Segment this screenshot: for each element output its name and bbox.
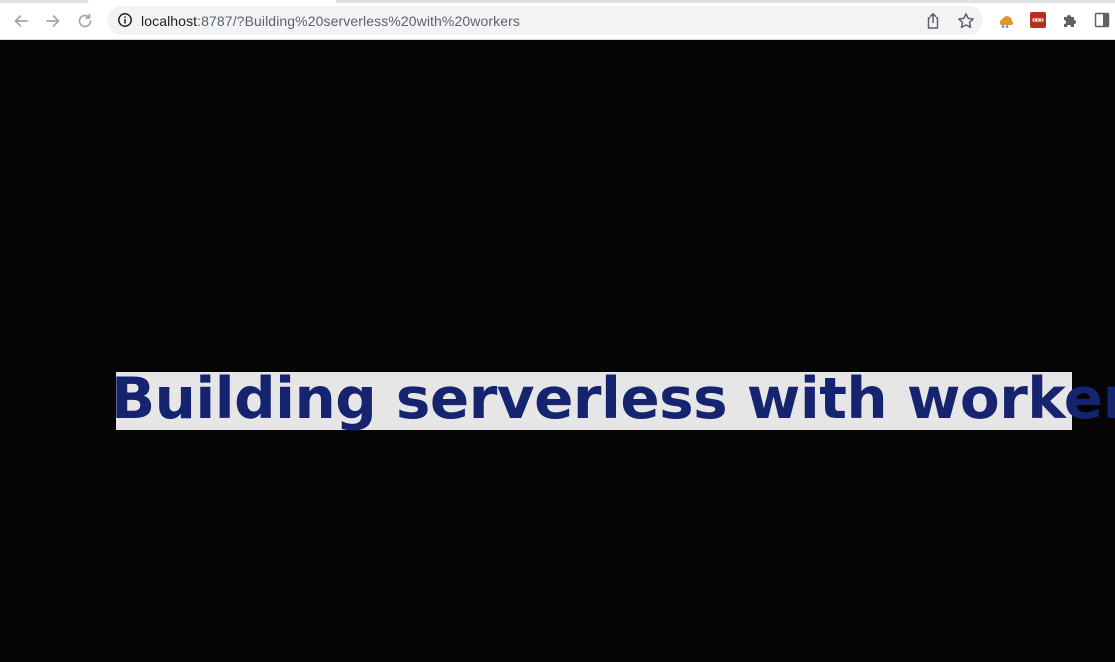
page-viewport: Building serverless with workers	[0, 40, 1115, 662]
page-headline: Building serverless with workers	[111, 366, 1115, 432]
browser-toolbar: localhost:8787/?Building%20serverless%20…	[0, 0, 1115, 40]
tab-strip	[0, 0, 1115, 3]
back-button[interactable]	[10, 10, 32, 32]
side-panel-icon[interactable]	[1093, 11, 1111, 29]
password-manager-extension-icon[interactable]	[1029, 11, 1047, 29]
url-text[interactable]: localhost:8787/?Building%20serverless%20…	[141, 13, 520, 29]
back-icon	[14, 15, 28, 27]
reload-icon	[78, 13, 92, 28]
share-icon[interactable]	[925, 12, 941, 30]
url-path: :8787/?Building%20serverless%20with%20wo…	[197, 13, 520, 29]
headline-highlight: Building serverless with workers	[111, 366, 1115, 432]
address-bar[interactable]: localhost:8787/?Building%20serverless%20…	[107, 6, 983, 35]
forward-icon	[46, 15, 60, 27]
site-info-icon[interactable]	[117, 12, 133, 28]
puzzle-extensions-icon[interactable]	[1061, 11, 1079, 29]
reload-button[interactable]	[74, 10, 96, 32]
active-tab[interactable]	[88, 0, 336, 3]
star-icon[interactable]	[957, 12, 975, 30]
url-host: localhost	[141, 13, 198, 29]
cloud-extension-icon[interactable]	[997, 11, 1015, 29]
forward-button[interactable]	[42, 10, 64, 32]
